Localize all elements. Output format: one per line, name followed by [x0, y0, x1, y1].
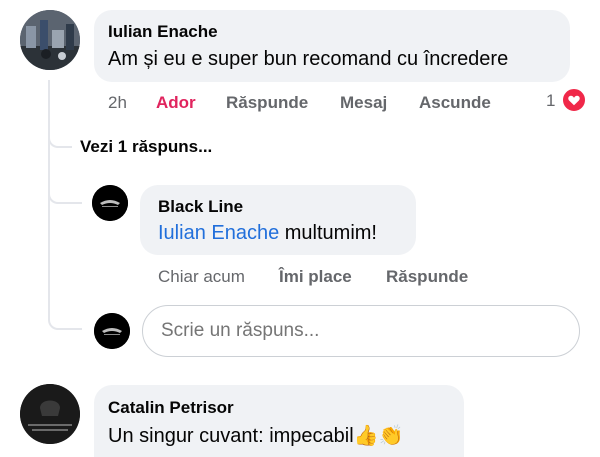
thread-curve-reply	[48, 180, 82, 204]
avatar-iulian-enache[interactable]	[20, 10, 80, 70]
avatar-black-line[interactable]	[92, 185, 128, 221]
thumbs-up-clap-emoji-icon: 👍👏	[353, 423, 404, 447]
comment-bubble-1	[94, 10, 570, 82]
reaction-count[interactable]: 1	[546, 91, 555, 111]
comment2-author[interactable]: Catalin Petrisor	[108, 398, 234, 418]
comment2-text: Un singur cuvant: impecabil👍👏	[108, 423, 404, 448]
reply-timestamp[interactable]: Chiar acum	[158, 267, 245, 287]
thread-line-replies	[48, 148, 50, 308]
like-button[interactable]: Îmi place	[279, 267, 352, 287]
black-line-logo-icon	[92, 185, 128, 221]
thread-curve-view-replies	[48, 120, 72, 148]
hide-button[interactable]: Ascunde	[419, 93, 491, 113]
workshop-photo-icon	[20, 10, 80, 70]
reply-to-reply-button[interactable]: Răspunde	[386, 267, 468, 287]
comment-author[interactable]: Iulian Enache	[108, 22, 218, 42]
heart-reaction-icon[interactable]	[562, 88, 586, 112]
black-line-logo-icon	[94, 313, 130, 349]
thread-curve-input	[48, 300, 82, 330]
profile-photo-icon	[20, 384, 80, 444]
reply-input[interactable]	[142, 305, 580, 357]
comment-text: Am și eu e super bun recomand cu încrede…	[108, 48, 509, 70]
comment2-message: Un singur cuvant: impecabil	[108, 425, 354, 447]
react-button[interactable]: Ador	[156, 93, 196, 113]
reply-author[interactable]: Black Line	[158, 197, 243, 217]
comment-timestamp[interactable]: 2h	[108, 93, 127, 113]
reply-text: Iulian Enache multumim!	[158, 222, 377, 245]
avatar-catalin-petrisor[interactable]	[20, 384, 80, 444]
reply-button[interactable]: Răspunde	[226, 93, 308, 113]
reply-message: multumim!	[279, 222, 377, 244]
message-button[interactable]: Mesaj	[340, 93, 387, 113]
mention-link[interactable]: Iulian Enache	[158, 222, 279, 244]
view-replies-link[interactable]: Vezi 1 răspuns...	[80, 137, 212, 157]
avatar-current-user[interactable]	[94, 313, 130, 349]
